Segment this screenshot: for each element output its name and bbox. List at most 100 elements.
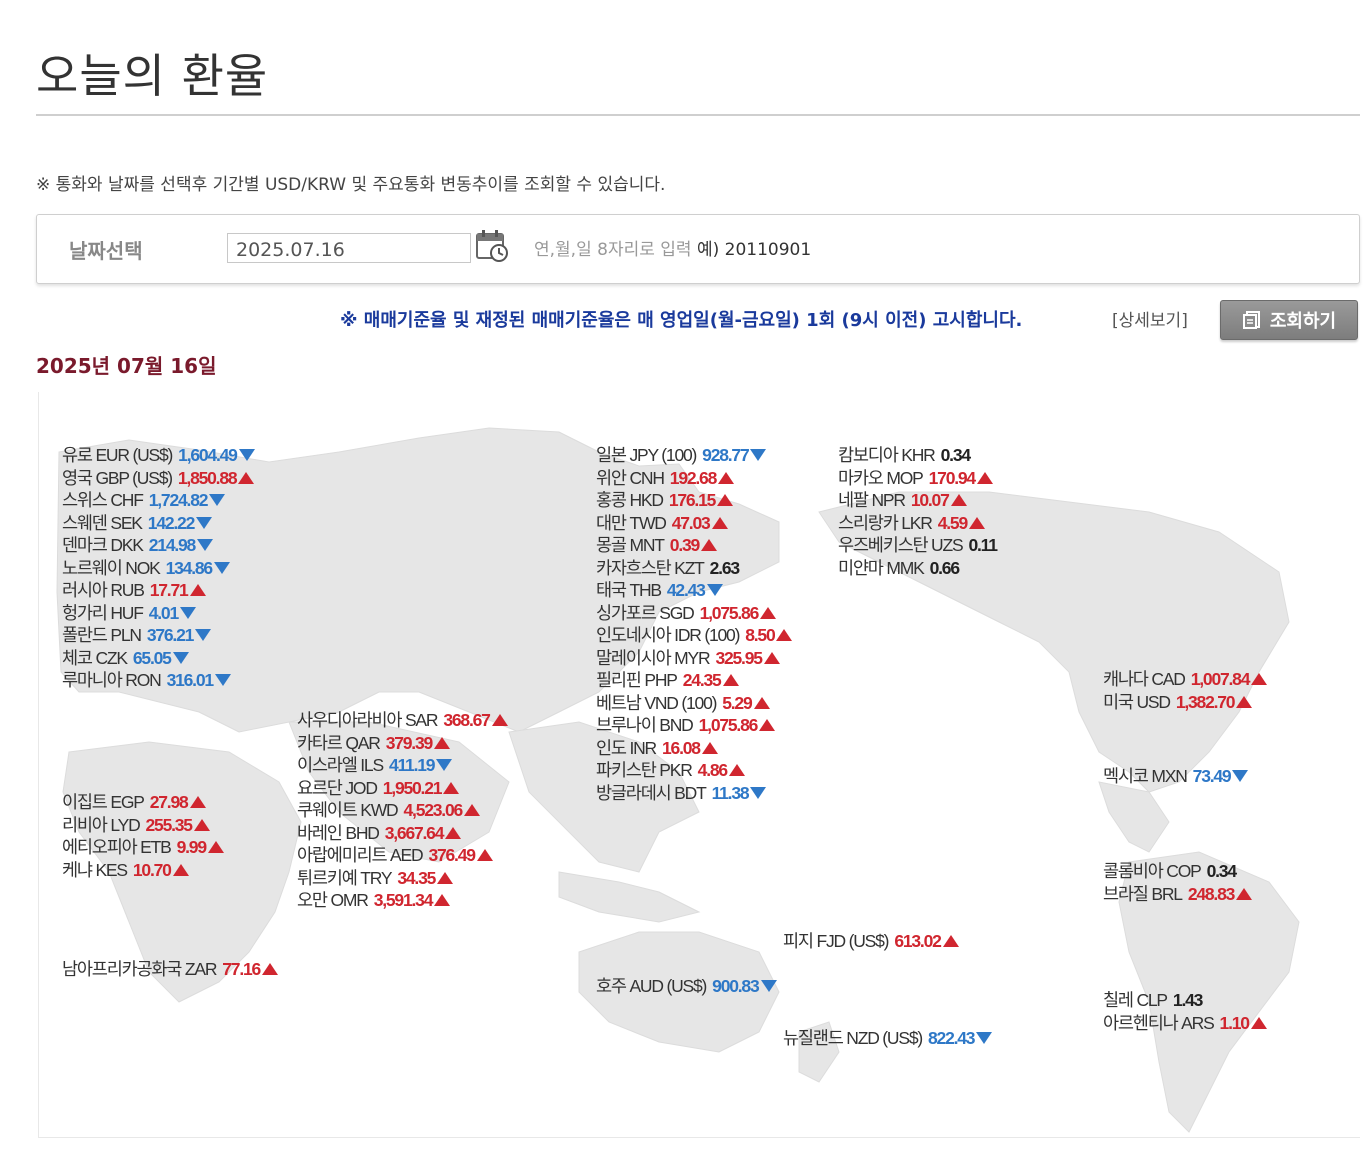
currency-row[interactable]: 스웨덴 SEK 142.22 [62,512,255,535]
currency-row[interactable]: 남아프리카공화국 ZAR 77.16 [62,958,279,981]
currency-row[interactable]: 캄보디아 KHR 0.34 [838,444,997,467]
currency-rate: 1,950.21 [382,777,443,798]
currency-row[interactable]: 튀르키예 TRY 34.35 [297,867,508,890]
currency-row[interactable]: 태국 THB 42.43 [596,579,792,602]
currency-row[interactable]: 우즈베키스탄 UZS 0.11 [838,534,998,557]
currency-row[interactable]: 몽골 MNT 0.39 [596,534,792,557]
currency-rate: 10.70 [132,859,172,880]
currency-row[interactable]: 이집트 EGP 27.98 [62,791,224,814]
down-triangle-icon [180,606,196,619]
currency-row[interactable]: 인도네시아 IDR (100) 8.50 [596,624,793,647]
currency-row[interactable]: 마카오 MOP 170.94 [838,467,997,490]
currency-row[interactable]: 오만 OMR 3,591.34 [297,889,508,912]
currency-row[interactable]: 필리핀 PHP 24.35 [596,669,792,692]
currency-row[interactable]: 일본 JPY (100) 928.77 [596,444,792,467]
currency-row[interactable]: 노르웨이 NOK 134.86 [62,557,255,580]
currency-row[interactable]: 방글라데시 BDT 11.38 [596,782,792,805]
currency-row[interactable]: 아랍에미리트 AED 376.49 [297,844,508,867]
currency-row[interactable]: 케냐 KES 10.70 [62,859,224,882]
selected-date-heading: 2025년 07월 16일 [36,350,217,379]
currency-row[interactable]: 네팔 NPR 10.07 [838,489,997,512]
currency-row[interactable]: 이스라엘 ILS 411.19 [297,754,508,777]
currency-group-north-america: 캐나다 CAD 1,007.84 미국 USD 1,382.70 [1103,668,1268,714]
currency-row[interactable]: 콜롬비아 COP 0.34 [1103,860,1252,883]
currency-row[interactable]: 호주 AUD (US$) 900.83 [596,975,777,998]
currency-row[interactable]: 멕시코 MXN 73.49 [1103,765,1249,788]
currency-name: 우즈베키스탄 UZS [838,535,964,555]
currency-row[interactable]: 덴마크 DKK 214.98 [62,534,255,557]
query-button[interactable]: 조회하기 [1220,300,1358,340]
currency-name: 미얀마 MMK [838,557,925,578]
currency-row[interactable]: 사우디아라비아 SAR 368.67 [297,709,508,732]
currency-row[interactable]: 캐나다 CAD 1,007.84 [1103,668,1268,691]
date-input[interactable] [227,233,471,263]
currency-group-africa: 이집트 EGP 27.98 리비아 LYD 255.35 에티오피아 ETB 9.99 케냐… [62,791,224,881]
currency-group-south-africa: 남아프리카공화국 ZAR 77.16 [62,958,279,981]
currency-row[interactable]: 유로 EUR (US$) 1,604.49 [62,444,255,467]
currency-row[interactable]: 홍콩 HKD 176.15 [596,489,792,512]
currency-row[interactable]: 헝가리 HUF 4.01 [62,602,255,625]
down-triangle-icon [196,516,213,529]
currency-name: 카자흐스탄 KZT [596,557,705,578]
currency-row[interactable]: 러시아 RUB 17.71 [62,579,255,602]
currency-row[interactable]: 카타르 QAR 379.39 [297,732,508,755]
up-triangle-icon [172,863,189,876]
currency-row[interactable]: 베트남 VND (100) 5.29 [596,692,792,715]
currency-row[interactable]: 아르헨티나 ARS 1.10 [1103,1012,1267,1035]
currency-group-south-america: 콜롬비아 COP 0.34 브라질 BRL 248.83 [1103,860,1253,906]
currency-row[interactable]: 말레이시아 MYR 325.95 [596,647,792,670]
year-unit: 년 [91,354,118,378]
currency-row[interactable]: 스위스 CHF 1,724.82 [62,489,255,512]
currency-name: 마카오 MOP [838,467,924,488]
down-triangle-icon [195,629,212,642]
currency-rate: 3,667.64 [384,822,445,843]
currency-row[interactable]: 파키스탄 PKR 4.86 [596,759,792,782]
day-unit: 일 [198,354,217,378]
currency-group-asia: 일본 JPY (100) 928.77 위안 CNH 192.68 홍콩 HKD 176.… [596,444,793,805]
currency-name: 오만 OMR [297,890,369,910]
currency-name: 아르헨티나 ARS [1103,1012,1215,1033]
notice-body: 통화와 날짜를 선택후 기간별 USD/KRW 및 주요통화 변동추이를 조회할… [50,175,666,195]
currency-row[interactable]: 위안 CNH 192.68 [596,467,792,490]
currency-row[interactable]: 싱가포르 SGD 1,075.86 [596,602,792,625]
currency-row[interactable]: 피지 FJD (US$) 613.02 [783,930,959,953]
currency-row[interactable]: 요르단 JOD 1,950.21 [297,777,508,800]
date-select-panel: 날짜선택 연,월,일 8자리로 입력 예) 20110901 [36,214,1360,284]
up-triangle-icon [238,471,255,484]
currency-name: 호주 AUD (US$) [596,976,707,996]
currency-row[interactable]: 칠레 CLP 1.43 [1103,989,1267,1012]
month-unit: 월 [144,354,171,378]
currency-row[interactable]: 대만 TWD 47.03 [596,512,792,535]
currency-row[interactable]: 체코 CZK 65.05 [62,647,255,670]
currency-row[interactable]: 카자흐스탄 KZT 2.63 [596,557,792,580]
currency-row[interactable]: 미얀마 MMK 0.66 [838,557,997,580]
up-triangle-icon [262,963,279,976]
currency-row[interactable]: 미국 USD 1,382.70 [1103,691,1267,714]
up-triangle-icon [942,935,959,948]
currency-name: 홍콩 HKD [596,490,664,510]
currency-row[interactable]: 루마니아 RON 316.01 [62,669,255,692]
up-triangle-icon [753,696,770,709]
notice-mark: ※ [36,175,51,195]
currency-name: 캐나다 CAD [1103,669,1186,689]
currency-name: 케냐 KES [62,859,128,880]
currency-rate: 379.39 [385,732,434,753]
currency-row[interactable]: 에티오피아 ETB 9.99 [62,836,224,859]
calendar-icon[interactable] [475,229,509,263]
down-triangle-icon [172,651,189,664]
detail-link[interactable]: [상세보기] [1112,306,1188,331]
currency-row[interactable]: 인도 INR 16.08 [596,737,792,760]
day-value: 16 [170,354,199,378]
currency-row[interactable]: 폴란드 PLN 376.21 [62,624,255,647]
currency-name: 헝가리 HUF [62,602,144,623]
currency-row[interactable]: 리비아 LYD 255.35 [62,814,224,837]
currency-row[interactable]: 영국 GBP (US$) 1,850.88 [62,467,255,490]
down-triangle-icon [214,674,231,687]
currency-row[interactable]: 브라질 BRL 248.83 [1103,883,1253,906]
currency-rate: 5.29 [722,692,752,713]
currency-row[interactable]: 스리랑카 LKR 4.59 [838,512,997,535]
currency-row[interactable]: 쿠웨이트 KWD 4,523.06 [297,799,508,822]
currency-row[interactable]: 바레인 BHD 3,667.64 [297,822,508,845]
currency-row[interactable]: 뉴질랜드 NZD (US$) 822.43 [783,1027,993,1050]
currency-row[interactable]: 브루나이 BND 1,075.86 [596,714,792,737]
